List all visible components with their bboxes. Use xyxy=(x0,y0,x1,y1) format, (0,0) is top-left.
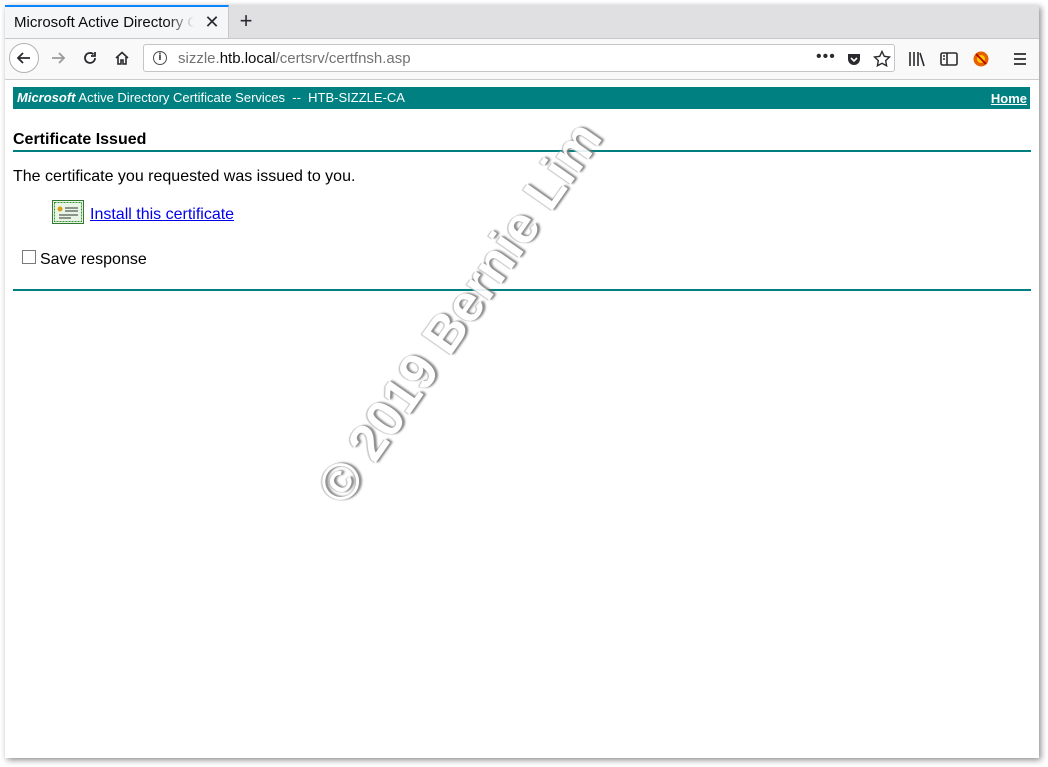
save-response-checkbox[interactable] xyxy=(22,250,36,264)
save-response-label: Save response xyxy=(40,251,147,268)
plus-icon[interactable]: + xyxy=(235,10,257,32)
home-link[interactable]: Home xyxy=(991,91,1027,106)
sidebar-icon[interactable] xyxy=(940,51,958,67)
navigation-toolbar: i sizzle.htb.local/certsrv/certfnsh.asp … xyxy=(5,39,1039,80)
back-button[interactable] xyxy=(9,43,39,73)
extension-icon[interactable] xyxy=(972,50,990,68)
more-dots-icon[interactable]: ••• xyxy=(816,48,836,66)
star-icon[interactable] xyxy=(873,50,891,68)
library-icon[interactable] xyxy=(908,51,926,67)
banner-ca-name: HTB-SIZZLE-CA xyxy=(308,90,405,105)
banner-service: Active Directory Certificate Services xyxy=(78,90,286,105)
info-icon[interactable]: i xyxy=(153,51,167,65)
url-bar[interactable]: i sizzle.htb.local/certsrv/certfnsh.asp … xyxy=(143,44,895,72)
url-path: /certsrv/certfnsh.asp xyxy=(275,50,411,67)
certificate-icon[interactable] xyxy=(52,200,84,224)
close-icon[interactable]: ✕ xyxy=(203,13,221,31)
issued-message: The certificate you requested was issued… xyxy=(13,168,356,185)
url-host: htb.local xyxy=(219,50,276,67)
browser-window: Microsoft Active Directory Certificate S… xyxy=(5,5,1039,758)
tab-title: Microsoft Active Directory Certificate S… xyxy=(14,14,194,31)
reload-icon xyxy=(84,52,96,64)
banner-separator: -- xyxy=(292,90,301,105)
tab-active[interactable]: Microsoft Active Directory Certificate S… xyxy=(5,5,229,38)
url-text[interactable]: sizzle.htb.local/certsrv/certfnsh.asp xyxy=(178,50,411,67)
forward-arrow-icon xyxy=(52,52,66,64)
banner-title: Microsoft Active Directory Certificate S… xyxy=(17,90,405,105)
divider-top xyxy=(13,150,1031,152)
home-button[interactable] xyxy=(108,44,136,72)
back-arrow-icon xyxy=(16,52,30,64)
install-certificate-link[interactable]: Install this certificate xyxy=(90,206,234,224)
hamburger-menu-icon[interactable] xyxy=(1012,51,1028,67)
tab-strip: Microsoft Active Directory Certificate S… xyxy=(5,5,1039,39)
url-host-prefix: sizzle. xyxy=(178,50,220,67)
page-content: Microsoft Active Directory Certificate S… xyxy=(5,80,1039,758)
pocket-icon[interactable] xyxy=(846,51,862,67)
reload-button[interactable] xyxy=(76,44,104,72)
header-banner: Microsoft Active Directory Certificate S… xyxy=(13,87,1030,109)
divider-bottom xyxy=(13,289,1031,291)
banner-brand: Microsoft xyxy=(17,90,76,105)
forward-button[interactable] xyxy=(44,44,72,72)
page-title: Certificate Issued xyxy=(13,131,147,148)
home-icon xyxy=(115,51,129,65)
